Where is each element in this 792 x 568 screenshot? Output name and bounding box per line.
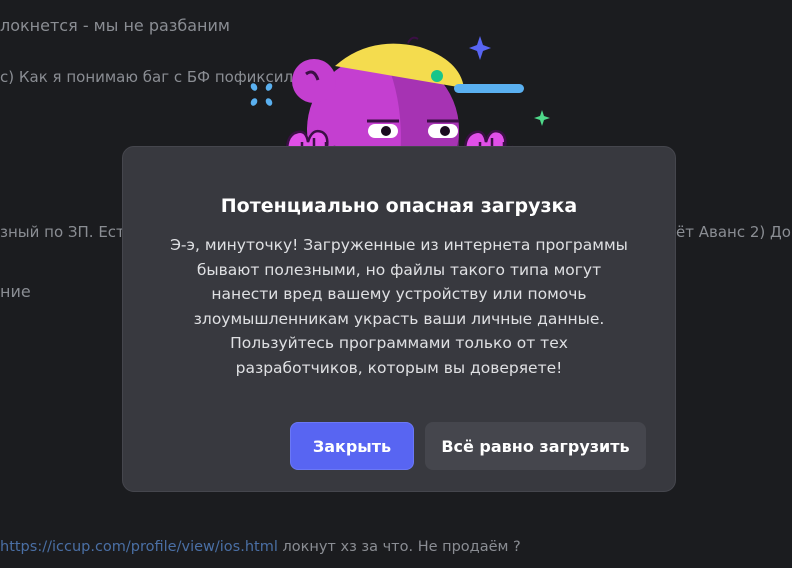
chat-message-text: локнут хз за что. Не продаём ?: [282, 539, 521, 555]
dialog-message-line: злоумышленникам украсть ваши личные данн…: [193, 309, 605, 328]
sparkle-icon: [250, 83, 273, 106]
close-button[interactable]: Закрыть: [290, 422, 414, 470]
dialog-message: Э-э, минуточку! Загруженные из интернета…: [151, 233, 647, 381]
download-anyway-button[interactable]: Всё равно загрузить: [425, 422, 646, 470]
sparkle-icon: [469, 36, 491, 60]
chat-message: https://iccup.com/profile/view/ios.html …: [0, 539, 521, 555]
download-warning-dialog: Потенциально опасная загрузка Э-э, минут…: [122, 146, 676, 492]
chat-link[interactable]: https://iccup.com/profile/view/ios.html: [0, 539, 278, 555]
dialog-message-line: разработчиков, которым вы доверяете!: [235, 358, 563, 377]
dialog-title: Потенциально опасная загрузка: [220, 195, 578, 217]
chat-message: ёт Аванс 2) Дон: [676, 223, 792, 241]
chat-message: локнется - мы не разбаним: [0, 16, 230, 35]
dialog-message-line: Пользуйтесь программами только от тех: [230, 334, 568, 353]
sparkle-icon: [534, 110, 550, 126]
dialog-message-line: бывают полезными, но файлы такого типа м…: [196, 260, 602, 279]
chat-message: зный по ЗП. Ест: [0, 223, 125, 241]
dialog-message-line: нанести вред вашему устройству или помоч…: [211, 285, 587, 304]
chat-message: ние: [0, 282, 31, 301]
dialog-message-line: Э-э, минуточку! Загруженные из интернета…: [170, 236, 628, 254]
